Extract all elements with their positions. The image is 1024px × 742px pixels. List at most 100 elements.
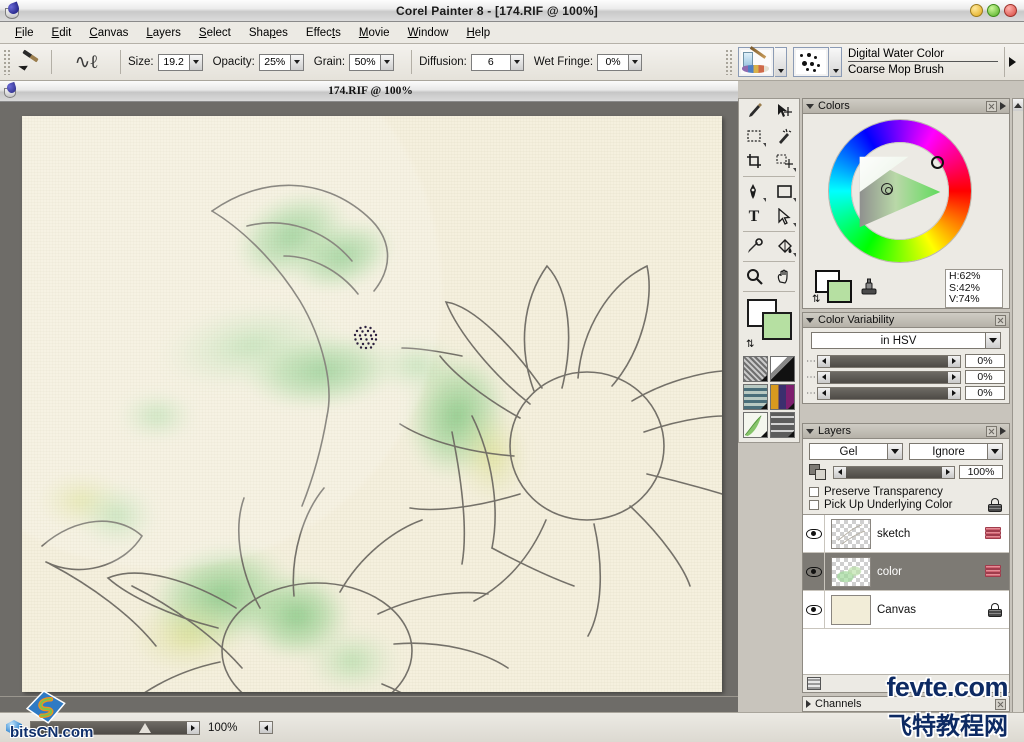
chevron-down-icon[interactable] <box>987 444 1002 459</box>
chevron-down-icon[interactable] <box>509 54 523 70</box>
preserve-transparency-row[interactable]: Preserve Transparency <box>803 484 1009 499</box>
hue-variability-slider[interactable] <box>817 354 961 368</box>
hue-marker[interactable] <box>931 156 944 169</box>
diffusion-spinner[interactable]: 6 <box>470 53 524 71</box>
table-row[interactable]: sketch <box>803 515 1009 553</box>
menu-window[interactable]: Window <box>399 25 458 41</box>
menu-layers[interactable]: Layers <box>137 25 190 41</box>
grain-spinner[interactable]: 50% <box>349 53 395 71</box>
menu-canvas[interactable]: Canvas <box>80 25 137 41</box>
menu-edit[interactable]: Edit <box>43 25 81 41</box>
slider-left-arrow-icon[interactable] <box>834 466 846 478</box>
zoom-slider[interactable] <box>30 720 200 735</box>
saturation-variability-value[interactable]: 0% <box>965 370 1005 384</box>
canvas-area[interactable] <box>0 102 738 729</box>
close-icon[interactable] <box>986 425 997 437</box>
toolbar-grip[interactable] <box>725 49 734 75</box>
maximize-button[interactable] <box>987 4 1000 17</box>
slider-right-arrow-icon[interactable] <box>942 466 954 478</box>
color-wheel[interactable] <box>803 114 1009 266</box>
pen-tool[interactable] <box>739 179 769 204</box>
collapse-triangle-icon[interactable] <box>806 428 814 434</box>
slider-left-arrow-icon[interactable] <box>818 355 830 367</box>
eye-icon[interactable] <box>805 604 822 615</box>
menu-effects[interactable]: Effects <box>297 25 350 41</box>
slider-right-arrow-icon[interactable] <box>948 387 960 399</box>
dock-scrollbar[interactable] <box>1012 98 1024 742</box>
table-row[interactable]: color <box>803 552 1009 591</box>
opacity-spinner[interactable]: 25% <box>258 53 304 71</box>
menu-file[interactable]: File <box>6 25 43 41</box>
chevron-down-icon[interactable] <box>985 333 1000 348</box>
slider-left-arrow-icon[interactable] <box>818 371 830 383</box>
swap-colors-icon[interactable]: ⇅ <box>812 294 820 305</box>
menu-shapes[interactable]: Shapes <box>240 25 297 41</box>
color-variability-header[interactable]: Color Variability <box>803 313 1009 328</box>
property-bar-expand-arrow[interactable] <box>1004 47 1020 77</box>
paint-bucket-tool[interactable] <box>769 234 799 259</box>
slider-right-arrow-icon[interactable] <box>948 355 960 367</box>
layer-visibility-toggle[interactable] <box>803 590 825 629</box>
layer-stack-icon[interactable] <box>985 564 1003 579</box>
size-spinner[interactable]: 19.2 <box>157 53 203 71</box>
chevron-down-icon[interactable] <box>887 444 902 459</box>
sv-marker[interactable] <box>881 183 893 195</box>
magnifier-tool[interactable] <box>739 264 769 289</box>
artwork-canvas[interactable] <box>22 116 722 692</box>
expand-triangle-icon[interactable] <box>806 700 811 708</box>
preserve-transparency-checkbox[interactable] <box>809 486 819 497</box>
lock-icon[interactable] <box>987 498 1003 512</box>
close-button[interactable] <box>1004 4 1017 17</box>
minimize-button[interactable] <box>970 4 983 17</box>
primary-color-swatch[interactable] <box>827 280 852 303</box>
hue-variability-value[interactable]: 0% <box>965 354 1005 368</box>
panel-menu-arrow-icon[interactable] <box>1000 102 1006 110</box>
toolbar-grip[interactable] <box>3 49 12 75</box>
looks-selector[interactable] <box>770 412 795 438</box>
panel-menu-arrow-icon[interactable] <box>1000 427 1006 435</box>
zoom-slider-right-arrow-icon[interactable] <box>187 721 199 734</box>
gradient-selector[interactable] <box>770 356 795 382</box>
layer-adjuster-tool[interactable] <box>769 99 799 124</box>
close-icon[interactable] <box>986 100 997 112</box>
layer-opacity-slider[interactable] <box>833 465 955 479</box>
layer-visibility-toggle[interactable] <box>803 552 825 591</box>
rectangular-shape-tool[interactable] <box>769 179 799 204</box>
nozzle-selector[interactable] <box>743 412 768 438</box>
eye-icon[interactable] <box>805 566 822 577</box>
close-icon[interactable] <box>995 314 1006 326</box>
collapse-triangle-icon[interactable] <box>806 103 814 109</box>
chevron-down-icon[interactable] <box>380 54 394 70</box>
status-left-arrow-button[interactable] <box>259 721 274 734</box>
chevron-down-icon[interactable] <box>628 54 642 70</box>
menu-select[interactable]: Select <box>190 25 240 41</box>
variability-mode-select[interactable]: in HSV <box>811 332 1001 349</box>
slider-left-arrow-icon[interactable] <box>818 387 830 399</box>
pattern-selector[interactable] <box>743 384 768 410</box>
magic-wand-tool[interactable] <box>769 124 799 149</box>
brush-tool[interactable] <box>739 99 769 124</box>
composite-method-select[interactable]: Gel <box>809 443 903 460</box>
shape-selection-tool[interactable] <box>769 204 799 229</box>
slider-right-arrow-icon[interactable] <box>948 371 960 383</box>
layer-stack-icon[interactable] <box>985 526 1003 541</box>
eye-icon[interactable] <box>805 528 822 539</box>
table-row[interactable]: Canvas <box>803 590 1009 629</box>
selection-adjuster-tool[interactable] <box>769 149 799 174</box>
colors-panel-header[interactable]: Colors <box>803 99 1009 114</box>
crop-tool[interactable] <box>739 149 769 174</box>
layers-panel-header[interactable]: Layers <box>803 424 1009 439</box>
primary-color-swatch[interactable] <box>762 312 792 340</box>
new-layer-icon[interactable] <box>807 677 821 690</box>
scroll-up-arrow-icon[interactable] <box>1013 99 1023 111</box>
composite-depth-select[interactable]: Ignore <box>909 443 1003 460</box>
chevron-down-icon[interactable] <box>188 54 202 70</box>
saturation-variability-slider[interactable] <box>817 370 961 384</box>
navigator-icon[interactable] <box>6 720 22 735</box>
layer-list[interactable]: sketch color Canvas <box>803 514 1009 674</box>
dropper-tool[interactable] <box>739 234 769 259</box>
brush-variant-button[interactable] <box>793 47 829 77</box>
menu-movie[interactable]: Movie <box>350 25 399 41</box>
layer-visibility-toggle[interactable] <box>803 515 825 553</box>
zoom-slider-thumb[interactable] <box>139 722 151 733</box>
